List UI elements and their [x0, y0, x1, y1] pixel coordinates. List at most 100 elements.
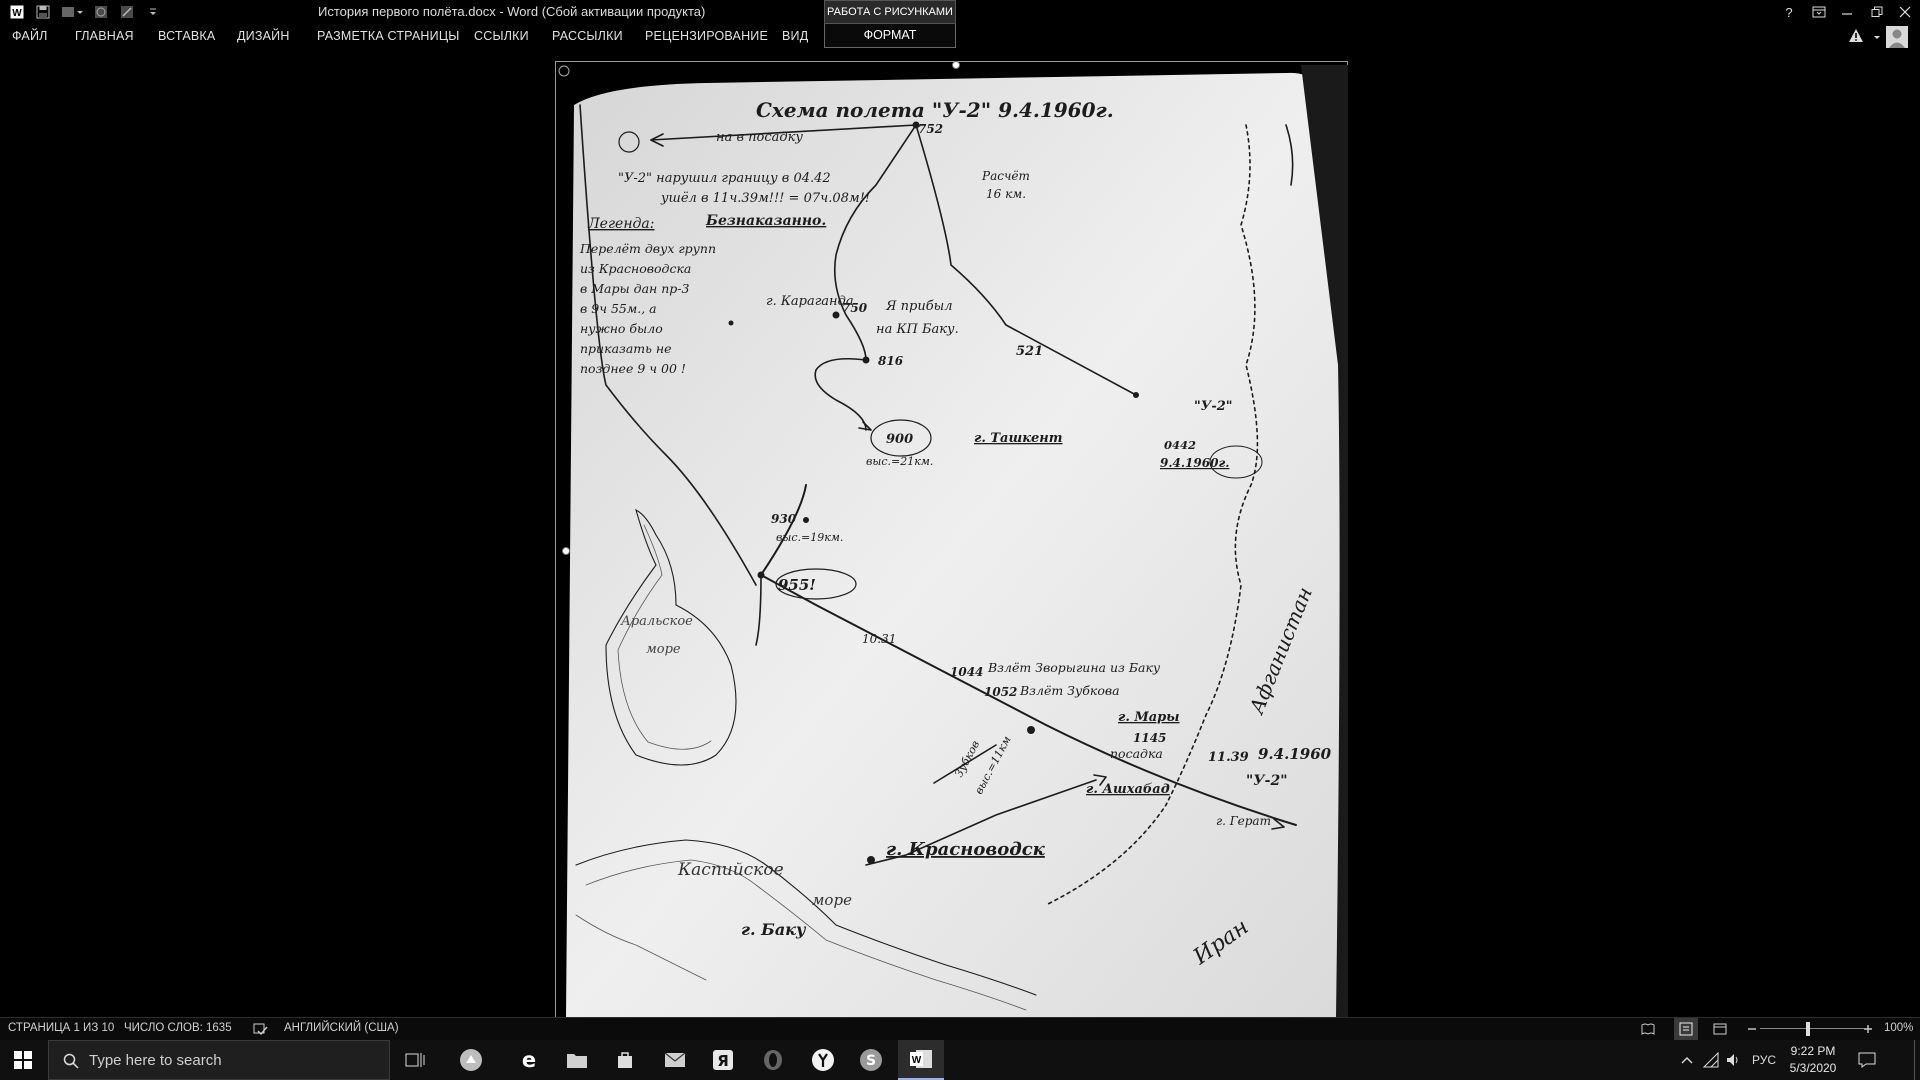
clock-time: 9:22 PM — [1790, 1044, 1836, 1058]
input-language[interactable]: РУС — [1746, 1040, 1782, 1080]
tab-mailings[interactable]: РАССЫЛКИ — [552, 29, 623, 43]
time-1044: 1044 — [950, 665, 983, 679]
tab-references[interactable]: ССЫЛКИ — [474, 29, 529, 43]
word-count[interactable]: ЧИСЛО СЛОВ: 1635 — [124, 1022, 232, 1034]
tab-review[interactable]: РЕЦЕНЗИРОВАНИЕ — [645, 29, 768, 43]
height-930: выс.=19км. — [776, 531, 843, 544]
tab-design[interactable]: ДИЗАЙН — [237, 29, 290, 43]
label-tashkent: г. Ташкент — [974, 431, 1063, 446]
flight-map-sketch[interactable]: Схема полета "У-2" 9.4.1960г. на в посад… — [566, 65, 1348, 1017]
side-note-line: из Красноводска — [580, 261, 691, 276]
start-time: 0442 — [1164, 438, 1196, 452]
legend-label: Легенда: — [587, 216, 655, 232]
volume-icon[interactable] — [1722, 1040, 1744, 1080]
zoom-slider-thumb[interactable] — [1806, 1022, 1810, 1036]
tab-view[interactable]: ВИД — [782, 29, 808, 43]
tab-home[interactable]: ГЛАВНАЯ — [75, 29, 134, 43]
yandex-icon[interactable] — [800, 1040, 846, 1080]
action-center-icon[interactable] — [1852, 1040, 1882, 1080]
taskbar-search-box[interactable]: Type here to search — [48, 1040, 390, 1080]
arrived-note-2: на КП Баку. — [876, 322, 959, 337]
legend-value: Безнаказанно. — [705, 213, 826, 229]
opera-icon[interactable] — [750, 1040, 796, 1080]
system-clock[interactable]: 9:22 PM 5/3/2020 — [1778, 1043, 1848, 1077]
takeoff-baku: Взлёт Зворыгина из Баку — [987, 660, 1161, 675]
clock-date: 5/3/2020 — [1789, 1061, 1837, 1075]
time-1052: 1052 — [984, 685, 1017, 699]
proofing-icon[interactable] — [252, 1021, 268, 1042]
quick-access-toolbar: W — [8, 3, 170, 21]
svg-text:W: W — [12, 8, 22, 19]
tab-file[interactable]: ФАЙЛ — [12, 29, 48, 43]
activation-warning-icon[interactable] — [1848, 28, 1864, 49]
tab-insert[interactable]: ВСТАВКА — [158, 29, 215, 43]
side-note-line: в 9ч 55м., а — [580, 301, 657, 316]
distance-note-1: Расчёт — [981, 169, 1030, 183]
edge-browser-icon[interactable]: e — [506, 1040, 552, 1080]
label-mary: г. Мары — [1118, 710, 1180, 725]
search-placeholder: Type here to search — [89, 1052, 222, 1069]
side-note-line: нужно было — [580, 321, 663, 336]
time-521: 521 — [1016, 344, 1043, 359]
show-desktop-button[interactable] — [1914, 1040, 1915, 1080]
word-taskbar-icon[interactable]: W — [898, 1040, 944, 1080]
svg-text:e: e — [522, 1049, 536, 1071]
note-top-route: на в посадку — [716, 130, 803, 145]
start-button[interactable] — [0, 1040, 46, 1080]
time-930: 930 — [771, 512, 797, 526]
yandex-browser-icon[interactable]: Я — [700, 1040, 746, 1080]
label-karaganda: г. Караганда — [766, 294, 854, 309]
zoom-level[interactable]: 100% — [1884, 1022, 1913, 1034]
zoom-slider-track[interactable] — [1760, 1028, 1864, 1029]
task-view-icon[interactable] — [392, 1040, 438, 1080]
arrived-note-1: Я прибыл — [885, 299, 953, 314]
time-1031: 10.31 — [862, 632, 896, 646]
exit-time: 11.39 — [1208, 750, 1249, 765]
title-bar: W История первого полёта.docx - Word (Сб… — [0, 0, 1920, 24]
time-955: 955! — [778, 576, 816, 594]
redo-icon[interactable] — [92, 3, 110, 21]
show-hidden-icons[interactable] — [1676, 1040, 1698, 1080]
file-explorer-icon[interactable] — [554, 1040, 600, 1080]
close-icon[interactable] — [1890, 0, 1920, 24]
print-layout-icon[interactable] — [1674, 1018, 1698, 1040]
help-button[interactable]: ? — [1774, 0, 1804, 24]
label-u2: "У-2" — [1194, 399, 1233, 414]
side-note-line: приказать не — [580, 341, 672, 356]
user-avatar[interactable] — [1886, 26, 1908, 48]
network-icon[interactable] — [1700, 1040, 1722, 1080]
customize-qat-icon[interactable] — [144, 3, 162, 21]
label-herat: г. Герат — [1216, 814, 1271, 828]
draw-icon[interactable] — [118, 3, 136, 21]
record-note-2: ушёл в 11ч.39м!!! = 07ч.08м!! — [660, 191, 870, 206]
height-900: выс.=21км. — [866, 455, 933, 468]
svg-text:S: S — [866, 1053, 876, 1069]
windows-taskbar: Type here to search e Я S W РУС 9:22 PM … — [0, 1040, 1920, 1080]
store-icon[interactable] — [602, 1040, 648, 1080]
save-icon[interactable] — [34, 3, 52, 21]
distance-note-2: 16 км. — [986, 187, 1026, 201]
read-mode-icon[interactable] — [1640, 1021, 1656, 1042]
mail-icon[interactable] — [652, 1040, 698, 1080]
exit-date: 9.4.1960 — [1258, 745, 1332, 763]
status-bar: СТРАНИЦА 1 ИЗ 10 ЧИСЛО СЛОВ: 1635 АНГЛИЙ… — [0, 1017, 1920, 1040]
minimize-icon[interactable] — [1832, 0, 1862, 24]
tab-layout[interactable]: РАЗМЕТКА СТРАНИЦЫ — [317, 29, 460, 43]
ribbon-display-options-icon[interactable] — [1804, 0, 1834, 24]
word-app-icon[interactable]: W — [8, 3, 26, 21]
restore-icon[interactable] — [1862, 0, 1892, 24]
picture-tools-group: РАБОТА С РИСУНКАМИ — [824, 0, 956, 24]
account-dropdown-icon[interactable] — [1872, 30, 1882, 48]
undo-icon[interactable] — [60, 3, 84, 21]
side-note-line: в Мары дан пр-3 — [580, 281, 690, 296]
time-1145: 1145 — [1133, 731, 1166, 745]
landing-label: посадка — [1110, 746, 1163, 761]
svg-text:W: W — [912, 1055, 922, 1066]
page-count[interactable]: СТРАНИЦА 1 ИЗ 10 — [8, 1022, 114, 1034]
time-750: 750 — [842, 301, 868, 315]
language-indicator[interactable]: АНГЛИЙСКИЙ (США) — [284, 1022, 399, 1034]
tab-format[interactable]: ФОРМАТ — [824, 24, 956, 48]
skype-icon[interactable]: S — [848, 1040, 894, 1080]
web-layout-icon[interactable] — [1712, 1021, 1728, 1042]
cortana-icon[interactable] — [448, 1040, 494, 1080]
